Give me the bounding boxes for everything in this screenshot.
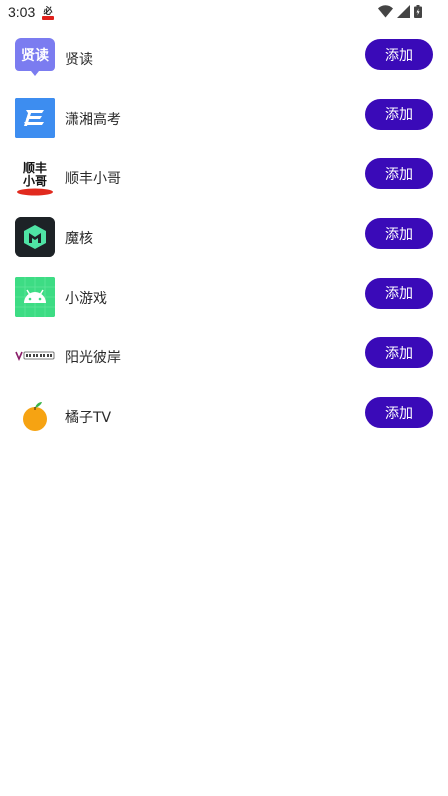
list-item: 魔核 添加 — [0, 209, 448, 269]
app-name: 阳光彼岸 — [65, 350, 121, 367]
status-bar: 3:03 必 — [0, 0, 448, 26]
app-name: 魔核 — [65, 231, 93, 248]
app-notification-icon: 必 — [41, 5, 55, 20]
app-name: 顺丰小哥 — [65, 171, 121, 188]
app-name: 贤读 — [65, 52, 93, 68]
signal-icon — [397, 3, 410, 22]
list-item: 小游戏 添加 — [0, 269, 448, 329]
app-name: 橘子TV — [65, 410, 112, 427]
add-button[interactable]: 添加 — [365, 98, 433, 130]
list-item: 顺丰 小哥 顺丰小哥 添加 — [0, 149, 448, 209]
status-icons — [378, 3, 422, 22]
mohe-logo-icon — [15, 217, 55, 258]
list-item: 阳光彼岸 添加 — [0, 328, 448, 388]
add-button[interactable]: 添加 — [365, 277, 433, 309]
xiaoxiang-logo-icon — [15, 97, 55, 138]
xiandu-logo-icon: 贤读 — [15, 38, 55, 78]
svg-text:贤读: 贤读 — [21, 47, 49, 64]
list-item: 橘子TV 添加 — [0, 388, 448, 448]
status-time: 3:03 — [8, 4, 36, 20]
add-button[interactable]: 添加 — [365, 218, 433, 250]
svg-text:小哥: 小哥 — [23, 173, 47, 188]
svg-text:顺丰: 顺丰 — [23, 160, 47, 175]
list-item: 潇湘高考 添加 — [0, 90, 448, 150]
svg-text:必: 必 — [42, 5, 52, 17]
orange-logo-icon — [15, 396, 55, 437]
shunfeng-logo-icon: 顺丰 小哥 — [15, 157, 55, 198]
android-logo-icon — [15, 276, 55, 317]
add-button[interactable]: 添加 — [365, 158, 433, 190]
app-list: 贤读 贤读 添加 潇湘高考 添加 顺丰 小哥 顺丰小哥 添加 魔核 添加 小游戏… — [0, 30, 448, 448]
list-item: 贤读 贤读 添加 — [0, 30, 448, 90]
wifi-icon — [378, 3, 393, 22]
battery-icon — [414, 3, 422, 22]
app-name: 潇湘高考 — [65, 111, 121, 128]
add-button[interactable]: 添加 — [365, 39, 433, 70]
add-button[interactable]: 添加 — [365, 397, 433, 429]
app-name: 小游戏 — [65, 290, 107, 307]
add-button[interactable]: 添加 — [365, 337, 433, 369]
yangguang-logo-icon — [15, 336, 55, 377]
